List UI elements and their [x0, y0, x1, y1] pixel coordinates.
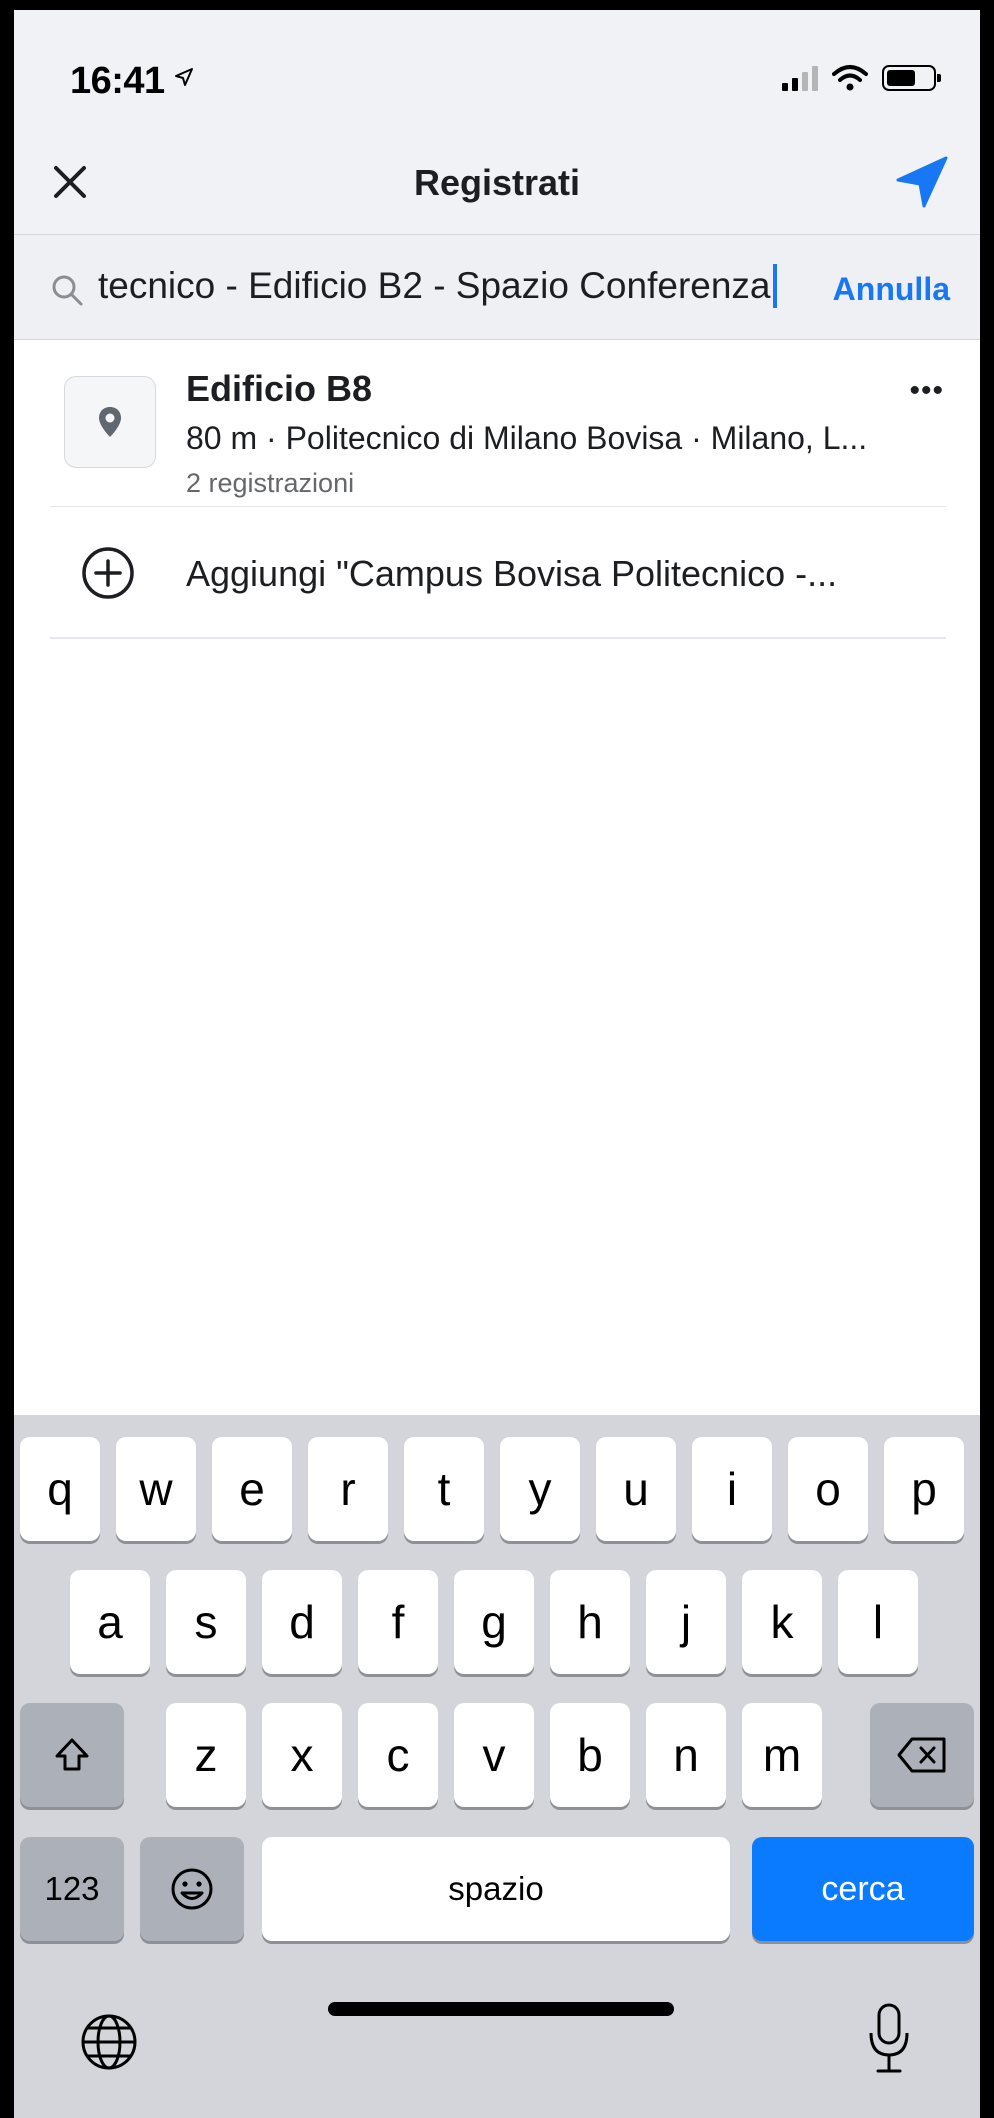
location-services-icon [175, 68, 193, 86]
key-o[interactable]: o [788, 1437, 868, 1541]
key-f[interactable]: f [358, 1570, 438, 1674]
key-c[interactable]: c [358, 1703, 438, 1807]
wifi-icon [832, 65, 868, 91]
key-l[interactable]: l [838, 1570, 918, 1674]
status-indicators [782, 60, 941, 96]
emoji-key[interactable] [140, 1837, 244, 1941]
nav-header: Registrati [14, 136, 980, 235]
add-place-item[interactable]: Aggiungi "Campus Bovisa Politecnico -... [50, 507, 946, 639]
key-q[interactable]: q [20, 1437, 100, 1541]
key-y[interactable]: y [500, 1437, 580, 1541]
map-pin-icon [99, 407, 121, 437]
list-item[interactable]: Edificio B8 80 m · Politecnico di Milano… [50, 350, 946, 507]
key-b[interactable]: b [550, 1703, 630, 1807]
key-r[interactable]: r [308, 1437, 388, 1541]
backspace-key[interactable] [870, 1703, 974, 1807]
space-key[interactable]: spazio [262, 1837, 730, 1941]
key-x[interactable]: x [262, 1703, 342, 1807]
text-caret [772, 264, 777, 309]
home-indicator[interactable] [328, 2002, 674, 2016]
key-e[interactable]: e [212, 1437, 292, 1541]
add-place-label: Aggiungi "Campus Bovisa Politecnico -... [186, 553, 838, 594]
search-icon [52, 275, 83, 306]
backspace-icon [897, 1737, 946, 1773]
key-v[interactable]: v [454, 1703, 534, 1807]
key-k[interactable]: k [742, 1570, 822, 1674]
place-details: 80 m · Politecnico di Milano Bovisa · Mi… [186, 420, 868, 456]
more-options-icon[interactable]: ••• [909, 374, 944, 408]
search-query: tecnico - Edificio B2 - Spazio Conferenz… [98, 265, 771, 306]
key-n[interactable]: n [646, 1703, 726, 1807]
search-submit-key[interactable]: cerca [752, 1837, 974, 1941]
key-z[interactable]: z [166, 1703, 246, 1807]
key-i[interactable]: i [692, 1437, 772, 1541]
key-j[interactable]: j [646, 1570, 726, 1674]
key-w[interactable]: w [116, 1437, 196, 1541]
place-thumbnail [64, 376, 156, 468]
key-t[interactable]: t [404, 1437, 484, 1541]
search-bar: tecnico - Edificio B2 - Spazio Conferenz… [14, 235, 980, 340]
globe-icon[interactable] [78, 2011, 140, 2073]
status-bar: 16:41 [14, 10, 980, 136]
search-input[interactable]: tecnico - Edificio B2 - Spazio Conferenz… [98, 264, 777, 310]
key-d[interactable]: d [262, 1570, 342, 1674]
current-location-icon[interactable] [892, 152, 952, 212]
status-time: 16:41 [70, 60, 165, 102]
key-h[interactable]: h [550, 1570, 630, 1674]
cancel-button[interactable]: Annulla [833, 271, 950, 308]
place-name: Edificio B8 [186, 368, 373, 409]
phone-screen: 16:41 Registrati tecnico - Edificio B2 -… [14, 10, 980, 2118]
key-u[interactable]: u [596, 1437, 676, 1541]
shift-key[interactable] [20, 1703, 124, 1807]
cellular-signal-icon [782, 65, 818, 91]
battery-icon [882, 65, 941, 91]
shift-icon [55, 1738, 89, 1771]
key-p[interactable]: p [884, 1437, 964, 1541]
add-circle-icon [82, 547, 134, 599]
key-m[interactable]: m [742, 1703, 822, 1807]
emoji-icon [171, 1868, 213, 1910]
key-g[interactable]: g [454, 1570, 534, 1674]
microphone-icon[interactable] [864, 2001, 914, 2077]
key-s[interactable]: s [166, 1570, 246, 1674]
numbers-key[interactable]: 123 [20, 1837, 124, 1941]
key-a[interactable]: a [70, 1570, 150, 1674]
place-checkin-count: 2 registrazioni [186, 468, 355, 498]
page-title: Registrati [413, 162, 581, 203]
